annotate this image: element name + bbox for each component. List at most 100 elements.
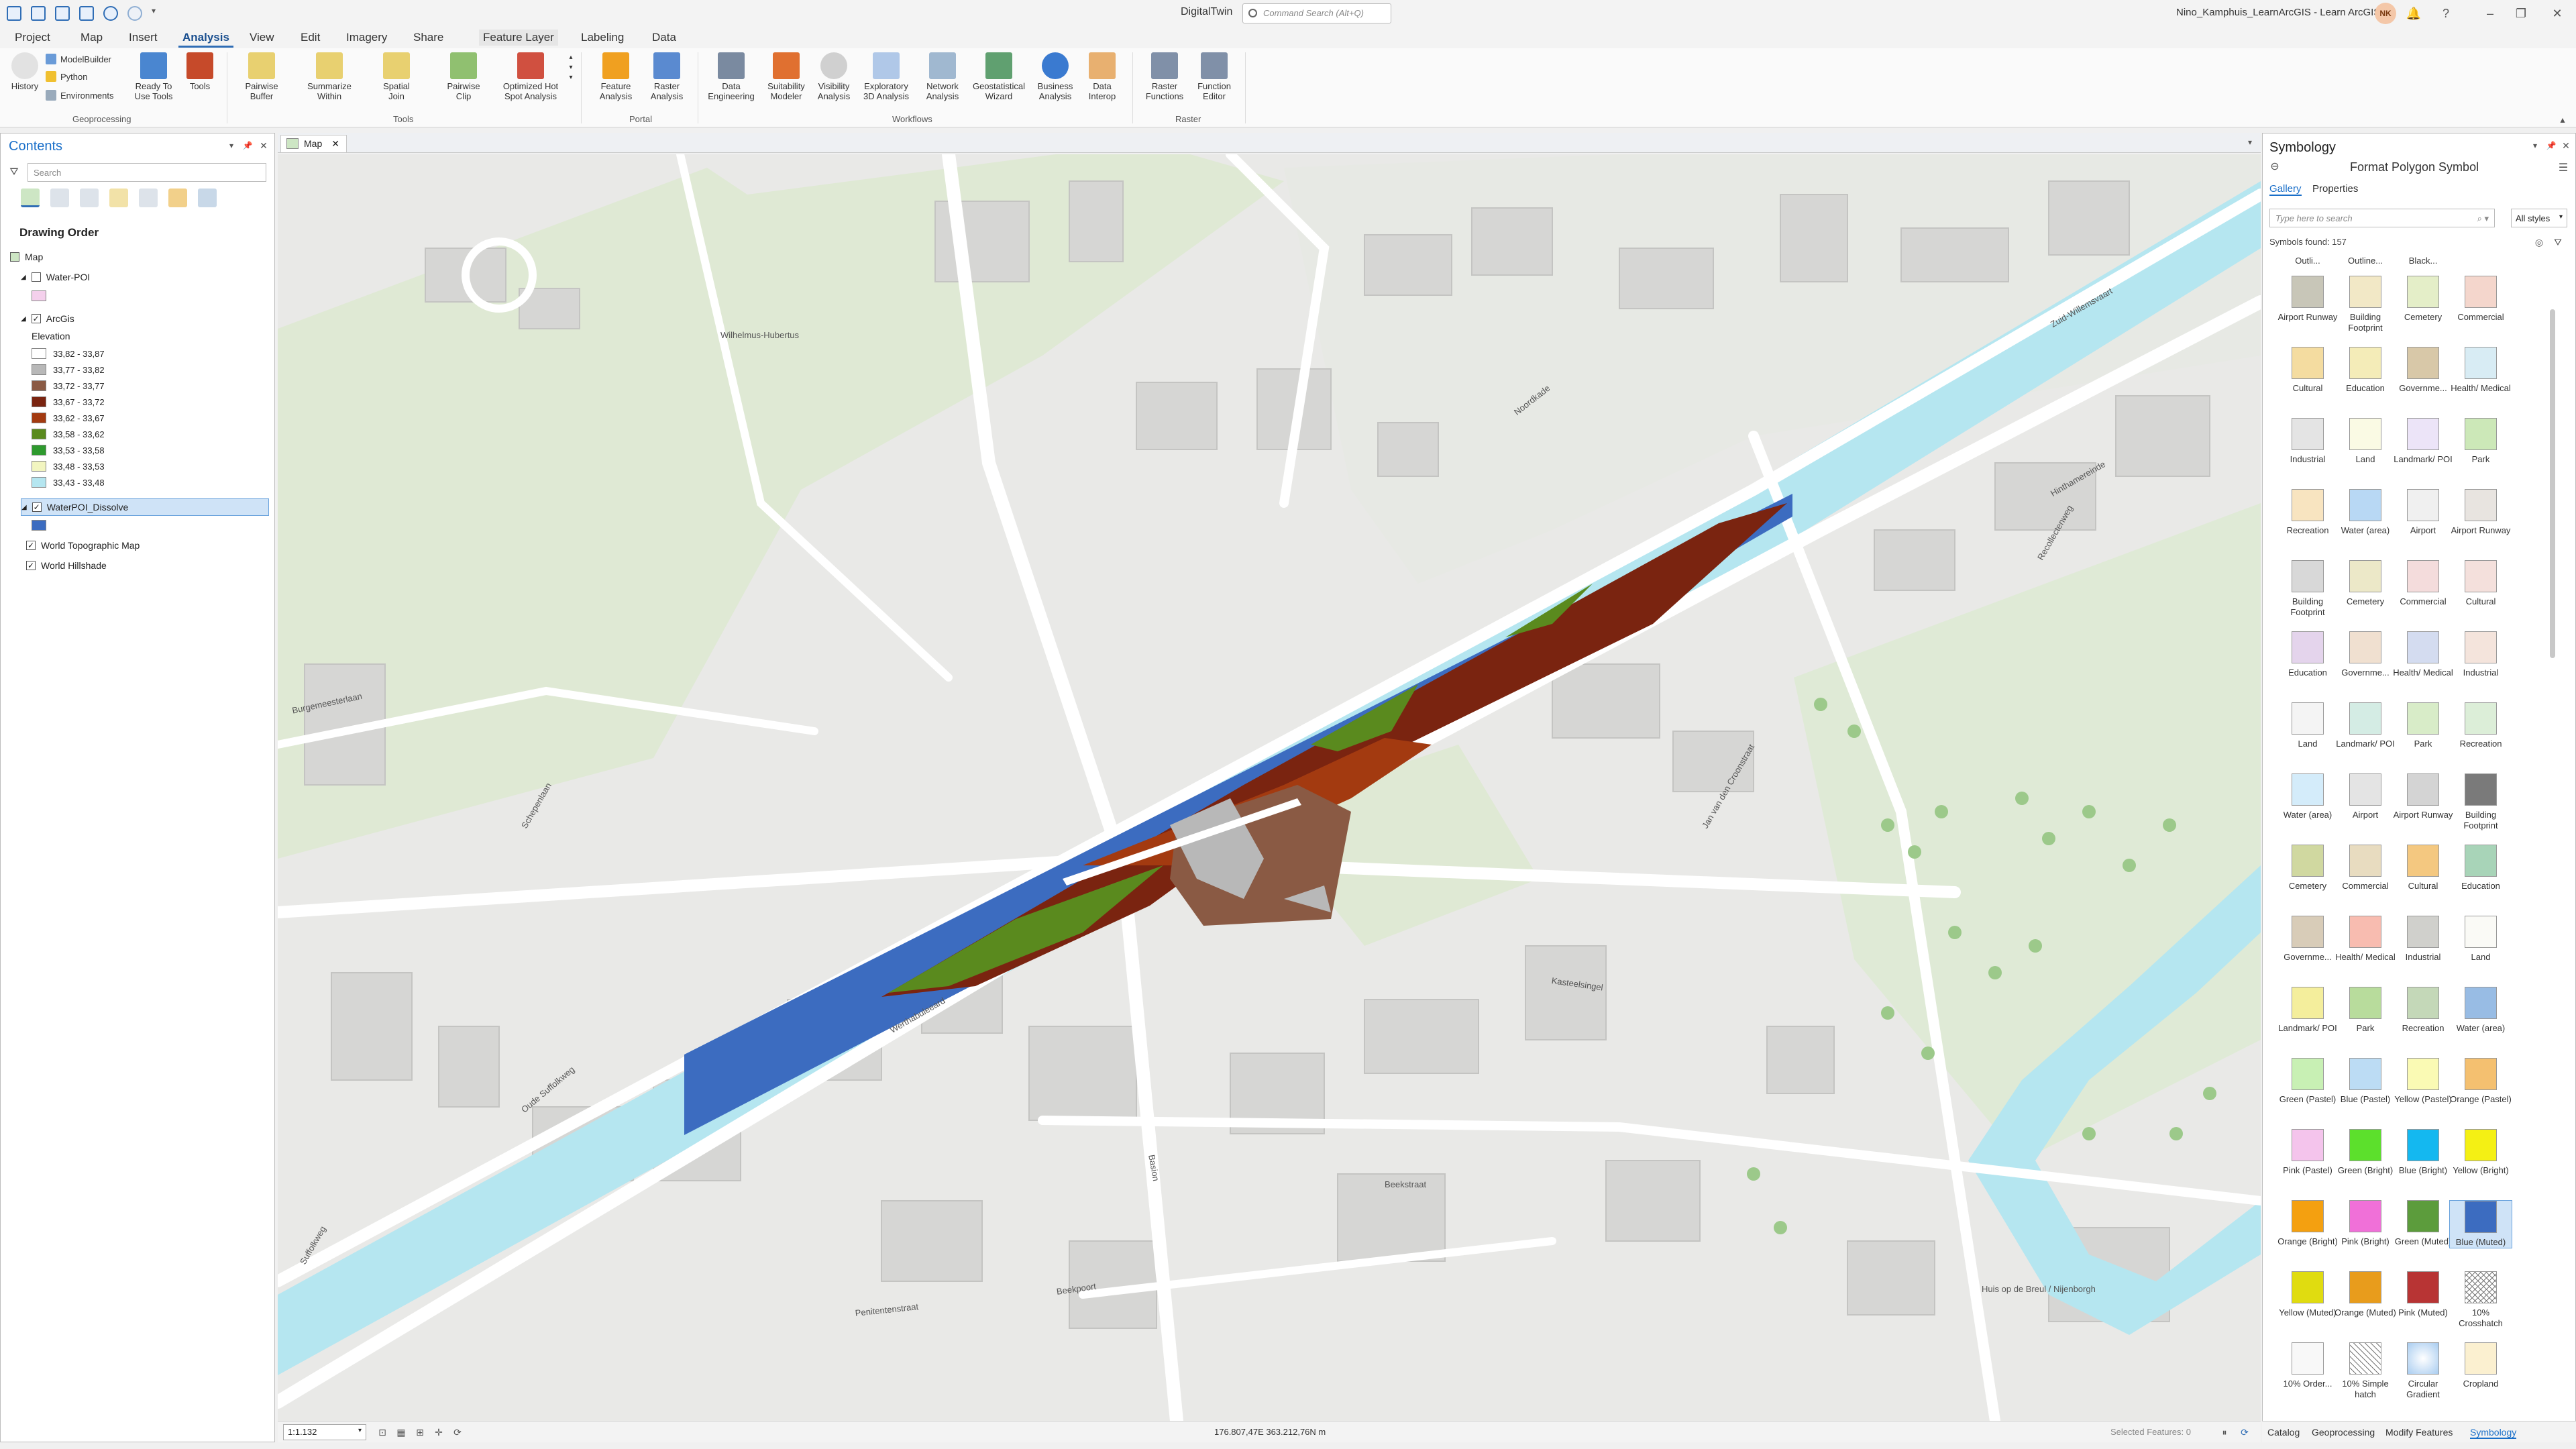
gallery-symbol-partial[interactable]: Outli...	[2276, 256, 2339, 266]
gallery-symbol[interactable]: Building Footprint	[2276, 560, 2339, 618]
gallery-symbol[interactable]: Recreation	[2392, 987, 2455, 1034]
ramp-class-2[interactable]: 33,72 - 33,77	[32, 380, 105, 391]
gallery-symbol[interactable]: Industrial	[2449, 631, 2512, 678]
list-by-perspective-icon[interactable]	[198, 189, 217, 207]
gallery-symbol[interactable]: Cultural	[2392, 845, 2455, 892]
gallery-symbol[interactable]: Land	[2449, 916, 2512, 963]
tab-modify-features[interactable]: Modify Features	[2385, 1427, 2453, 1438]
menu-icon[interactable]: ☰	[2555, 160, 2571, 176]
gallery-symbol[interactable]: Green (Bright)	[2334, 1129, 2397, 1176]
open-project-icon[interactable]	[31, 6, 46, 21]
gallery-symbol[interactable]: Recreation	[2449, 702, 2512, 749]
layer-world-topographic[interactable]: ✓ World Topographic Map	[26, 540, 140, 551]
tab-gallery[interactable]: Gallery	[2269, 183, 2302, 196]
gallery-symbol[interactable]: Land	[2334, 418, 2397, 465]
maximize-icon[interactable]: ❐	[2513, 5, 2529, 21]
function-editor-button[interactable]: Function Editor	[1190, 52, 1238, 101]
ramp-class-0[interactable]: 33,82 - 33,87	[32, 348, 105, 359]
raster-functions-button[interactable]: Raster Functions	[1139, 52, 1190, 101]
back-arrow-icon[interactable]: ⊖	[2267, 159, 2283, 175]
history-button[interactable]: History	[7, 52, 43, 91]
gallery-symbol[interactable]: Health/ Medical	[2449, 347, 2512, 394]
gallery-symbol[interactable]: Cemetery	[2334, 560, 2397, 607]
map-view[interactable]: Wilhelmus-Hubertus Noordkade Zuid-Willemsv…	[278, 154, 2261, 1421]
close-icon[interactable]: ✕	[2549, 5, 2565, 21]
gallery-symbol[interactable]: Land	[2276, 702, 2339, 749]
avatar[interactable]: NK	[2375, 3, 2396, 24]
share-icon[interactable]	[79, 6, 94, 21]
close-pane-icon[interactable]: ✕	[256, 138, 272, 154]
gallery-symbol[interactable]: Industrial	[2276, 418, 2339, 465]
tab-geoprocessing[interactable]: Geoprocessing	[2312, 1427, 2375, 1438]
pairwise-buffer-button[interactable]: Pairwise Buffer	[237, 52, 286, 101]
gallery-symbol[interactable]: Park	[2334, 987, 2397, 1034]
ramp-class-1[interactable]: 33,77 - 33,82	[32, 364, 105, 375]
ramp-class-4[interactable]: 33,62 - 33,67	[32, 413, 105, 423]
gallery-symbol[interactable]: 10% Crosshatch	[2449, 1271, 2512, 1329]
gallery-symbol[interactable]: Airport	[2392, 489, 2455, 536]
list-by-labeling-icon[interactable]	[168, 189, 187, 207]
gallery-symbol[interactable]: Airport Runway	[2449, 489, 2512, 536]
gallery-symbol[interactable]: Cemetery	[2392, 276, 2455, 323]
symbol-search-input[interactable]: Type here to search ⌕ ▾	[2269, 209, 2495, 227]
data-engineering-button[interactable]: Data Engineering	[703, 52, 759, 101]
scale-selector[interactable]: 1:1.132 ▾	[283, 1424, 366, 1440]
network-analysis-button[interactable]: Network Analysis	[916, 52, 969, 101]
ramp-class-6[interactable]: 33,53 - 33,58	[32, 445, 105, 455]
pairwise-clip-button[interactable]: Pairwise Clip	[440, 52, 487, 101]
gallery-symbol[interactable]: Water (area)	[2276, 773, 2339, 820]
list-by-data-source-icon[interactable]	[50, 189, 69, 207]
map-tools-icon[interactable]: ⊡	[374, 1424, 390, 1440]
gallery-symbol[interactable]: 10% Simple hatch	[2334, 1342, 2397, 1400]
layer-map[interactable]: Map	[10, 252, 43, 262]
gallery-symbol[interactable]: 10% Order...	[2276, 1342, 2339, 1389]
refresh-map-icon[interactable]: ⟳	[2237, 1424, 2253, 1440]
visibility-checkbox[interactable]: ✓	[26, 561, 36, 570]
python-button[interactable]: Python	[46, 71, 87, 82]
snapping-icon[interactable]: ⊞	[412, 1424, 428, 1440]
expand-icon[interactable]: ◢	[21, 315, 26, 323]
gallery-symbol[interactable]: Pink (Bright)	[2334, 1200, 2397, 1247]
map-view-tab[interactable]: Map ✕	[280, 135, 347, 152]
tab-data[interactable]: Data	[648, 30, 680, 46]
tab-project[interactable]: Project	[11, 30, 54, 46]
tab-list-icon[interactable]: ▾	[2242, 134, 2258, 150]
pause-icon[interactable]: ⏸	[2216, 1424, 2233, 1440]
pane-options-icon[interactable]: ▾	[223, 138, 239, 154]
gallery-symbol[interactable]: Building Footprint	[2334, 276, 2397, 333]
tab-map[interactable]: Map	[76, 30, 107, 46]
grid-icon[interactable]: ▦	[393, 1424, 409, 1440]
help-icon[interactable]: ?	[2438, 5, 2454, 21]
layer-arcgis[interactable]: ◢ ✓ ArcGis	[21, 313, 74, 324]
exploratory-3d-button[interactable]: Exploratory 3D Analysis	[857, 52, 915, 101]
pin-icon[interactable]: 📌	[2543, 138, 2559, 154]
gallery-symbol[interactable]: Airport	[2334, 773, 2397, 820]
customize-qat-icon[interactable]: ▾	[152, 6, 161, 21]
environments-button[interactable]: Environments	[46, 90, 113, 101]
gallery-symbol[interactable]: Green (Pastel)	[2276, 1058, 2339, 1105]
layer-water-poi[interactable]: ◢ Water-POI	[21, 272, 90, 282]
gallery-symbol[interactable]: Governme...	[2392, 347, 2455, 394]
gallery-symbol[interactable]: Commercial	[2449, 276, 2512, 323]
refresh-icon[interactable]: ⟳	[449, 1424, 466, 1440]
gallery-symbol[interactable]: Airport Runway	[2392, 773, 2455, 820]
search-icon[interactable]: ⌕ ▾	[2477, 213, 2489, 224]
save-project-icon[interactable]	[55, 6, 70, 21]
tab-catalog[interactable]: Catalog	[2267, 1427, 2300, 1438]
visibility-checkbox[interactable]: ✓	[31, 314, 41, 323]
data-interop-button[interactable]: Data Interop	[1079, 52, 1126, 101]
gallery-symbol[interactable]: Health/ Medical	[2334, 916, 2397, 963]
gallery-symbol[interactable]: Pink (Muted)	[2392, 1271, 2455, 1318]
geostatistical-wizard-button[interactable]: Geostatistical Wizard	[966, 52, 1032, 101]
gallery-symbol[interactable]: Landmark/ POI	[2392, 418, 2455, 465]
gallery-symbol[interactable]: Landmark/ POI	[2334, 702, 2397, 749]
gallery-symbol[interactable]: Education	[2334, 347, 2397, 394]
basemap[interactable]	[278, 154, 2261, 1421]
tab-labeling[interactable]: Labeling	[577, 30, 628, 46]
dissolve-symbol[interactable]	[32, 520, 46, 531]
tab-share[interactable]: Share	[409, 30, 447, 46]
gallery-symbol[interactable]: Orange (Muted)	[2334, 1271, 2397, 1318]
list-by-selection-icon[interactable]	[80, 189, 99, 207]
gallery-symbol[interactable]: Park	[2449, 418, 2512, 465]
tools-gallery-scroll[interactable]: ▴ ▾ ▾	[566, 52, 576, 83]
